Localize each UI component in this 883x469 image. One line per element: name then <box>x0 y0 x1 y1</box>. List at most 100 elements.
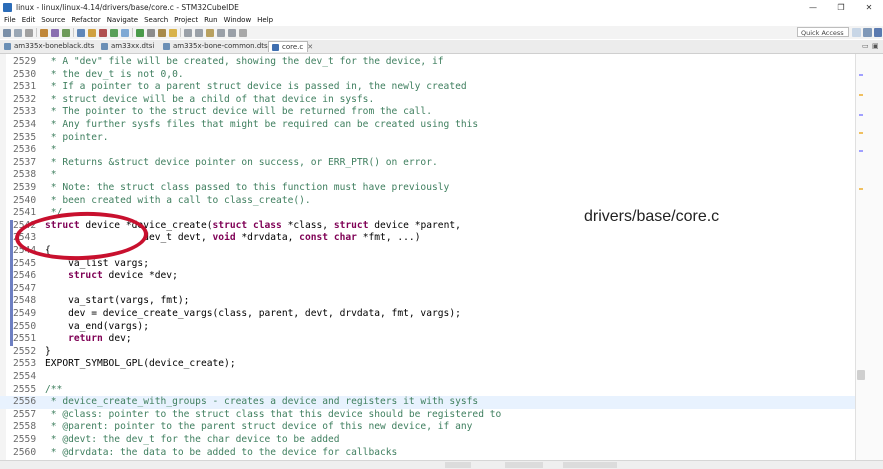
line-number: 2529 <box>13 56 37 67</box>
code-line: 2550 va_end(vargs); <box>0 320 855 334</box>
line-number: 2545 <box>10 257 41 271</box>
run-last-icon[interactable] <box>136 28 144 37</box>
title-bar: linux - linux/linux-4.14/drivers/base/co… <box>0 0 883 14</box>
line-code: return dev; <box>68 333 132 345</box>
menu-refactor[interactable]: Refactor <box>71 16 100 24</box>
line-number: 2540 <box>13 194 37 206</box>
line-code: * @class: pointer to the struct class th… <box>45 408 502 420</box>
line-code: dev = device_create_vargs(class, parent,… <box>45 308 461 319</box>
save-icon[interactable] <box>14 28 22 37</box>
line-code: * device_create_with_groups - creates a … <box>45 396 479 408</box>
settings-icon[interactable] <box>62 28 70 37</box>
overview-mark[interactable] <box>859 114 863 116</box>
line-number: 2556 <box>13 396 37 408</box>
editor-tab-bar: am335x-boneblack.dts am33xx.dtsi am335x-… <box>0 40 883 54</box>
line-number: 2548 <box>10 295 41 308</box>
perspective-debug-icon[interactable] <box>874 28 882 37</box>
line-code: * <box>45 169 57 181</box>
build-config-icon[interactable] <box>51 28 59 37</box>
overview-mark[interactable] <box>859 94 863 96</box>
open-element-icon[interactable] <box>88 28 96 37</box>
tab-am335x-boneblack[interactable]: am335x-boneblack.dts <box>1 41 95 52</box>
back-icon[interactable] <box>217 28 225 37</box>
line-code: } <box>45 345 51 357</box>
tab-am33xx[interactable]: am33xx.dtsi <box>98 41 160 52</box>
overview-mark[interactable] <box>859 188 863 190</box>
code-line: 2533 * The pointer to the struct device … <box>0 106 855 119</box>
close-button[interactable]: ✕ <box>855 0 883 14</box>
code-line: 2537 * Returns &struct device pointer on… <box>0 157 855 170</box>
menu-edit[interactable]: Edit <box>22 16 36 24</box>
save-all-icon[interactable] <box>25 28 33 37</box>
menu-navigate[interactable]: Navigate <box>107 16 138 24</box>
menu-run[interactable]: Run <box>204 16 217 24</box>
build-icon[interactable] <box>40 28 48 37</box>
pin-editor-icon[interactable] <box>239 28 247 37</box>
debug-icon[interactable] <box>99 28 107 37</box>
tab-am335x-bone-common[interactable]: am335x-bone-common.dtsi <box>160 41 270 52</box>
pencil-icon[interactable] <box>169 28 177 37</box>
code-line: 2534 * Any further sysfs files that migh… <box>0 119 855 132</box>
line-number: 2539 <box>13 182 37 193</box>
run-icon[interactable] <box>110 28 118 37</box>
status-position <box>563 462 617 468</box>
line-number: 2537 <box>13 156 37 168</box>
code-editor[interactable]: 2529 * A "dev" file will be created, sho… <box>0 54 855 468</box>
tab-core-c[interactable]: core.c ✕ <box>268 41 313 52</box>
menu-window[interactable]: Window <box>224 16 252 24</box>
forward-icon[interactable] <box>228 28 236 37</box>
code-line: 2530 * the dev_t is not 0,0. <box>0 69 855 82</box>
overview-ruler[interactable] <box>855 54 883 468</box>
open-type-icon[interactable] <box>77 28 85 37</box>
line-number: 2535 <box>13 131 37 143</box>
code-line: 2529 * A "dev" file will be created, sho… <box>0 56 855 69</box>
quick-access-field[interactable]: Quick Access <box>797 27 849 37</box>
code-line: 2545 va_list vargs; <box>0 257 855 271</box>
menu-file[interactable]: File <box>4 16 16 24</box>
maximize-editor-icon[interactable]: ▣ <box>872 42 880 50</box>
line-number: 2549 <box>10 308 41 321</box>
overview-mark[interactable] <box>859 74 863 76</box>
search-icon[interactable] <box>158 28 166 37</box>
line-code: * Any further sysfs files that might be … <box>45 119 479 130</box>
dropdown-icon[interactable] <box>147 28 155 37</box>
minimize-editor-icon[interactable]: ▭ <box>862 42 870 50</box>
line-number: 2538 <box>13 169 37 181</box>
minimize-button[interactable]: — <box>799 0 827 14</box>
c-file-icon <box>272 44 279 51</box>
line-number: 2554 <box>13 371 37 382</box>
toolbar-separator <box>132 28 133 37</box>
line-code: * the dev_t is not 0,0. <box>45 68 184 80</box>
annotation-prev-icon[interactable] <box>195 28 203 37</box>
file-path-annotation: drivers/base/core.c <box>584 208 720 225</box>
perspective-cpp-icon[interactable] <box>863 28 872 37</box>
code-line: 2546 struct device *dev; <box>0 270 855 283</box>
code-line: 2551 return dev; <box>0 333 855 346</box>
scrollbar-thumb[interactable] <box>857 370 865 380</box>
line-number: 2551 <box>10 333 41 346</box>
menu-source[interactable]: Source <box>41 16 65 24</box>
external-tools-icon[interactable] <box>121 28 129 37</box>
line-code: va_end(vargs); <box>45 320 149 332</box>
perspective-open-icon[interactable] <box>852 28 861 37</box>
menu-search[interactable]: Search <box>144 16 168 24</box>
overview-mark[interactable] <box>859 150 863 152</box>
code-line: 2536 * <box>0 144 855 157</box>
annotation-next-icon[interactable] <box>184 28 192 37</box>
code-line: 2554 <box>0 371 855 384</box>
line-code: * <box>45 144 57 156</box>
tab-label: core.c <box>282 43 304 51</box>
maximize-button[interactable]: ❐ <box>827 0 855 14</box>
last-edit-icon[interactable] <box>206 28 214 37</box>
code-line: 2559 * @devt: the dev_t for the char dev… <box>0 434 855 447</box>
code-line: 2547 <box>0 282 855 296</box>
menu-help[interactable]: Help <box>257 16 273 24</box>
code-line: 2538 * <box>0 169 855 182</box>
overview-mark[interactable] <box>859 132 863 134</box>
new-icon[interactable] <box>3 28 11 37</box>
menu-project[interactable]: Project <box>174 16 198 24</box>
tab-label: am335x-bone-common.dtsi <box>173 42 270 50</box>
line-code: * been created with a call to class_crea… <box>45 194 311 206</box>
close-icon[interactable]: ✕ <box>307 43 313 51</box>
line-number: 2555 <box>13 383 37 395</box>
